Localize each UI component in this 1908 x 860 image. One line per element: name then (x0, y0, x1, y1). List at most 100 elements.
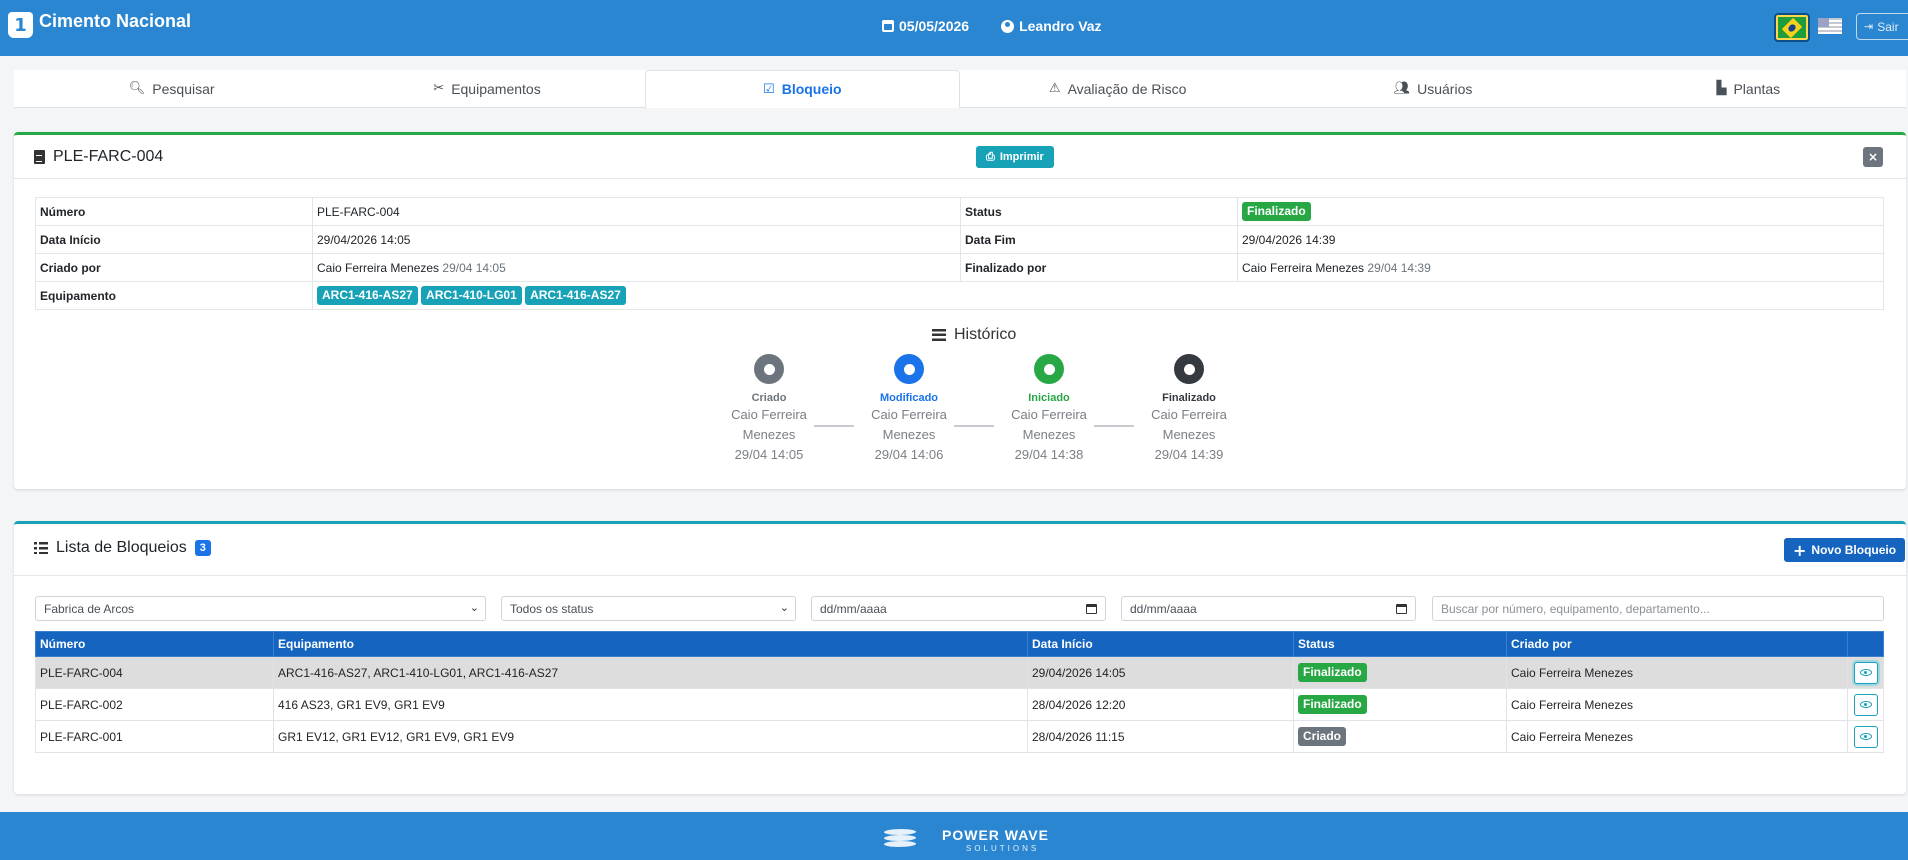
top-navbar: 1 Cimento Nacional 05/05/2026 Leandro Va… (0, 0, 1908, 56)
print-button[interactable]: ⎙ Imprimir (976, 146, 1054, 168)
history-step-user-1: Caio Ferreira (1151, 407, 1227, 422)
tab-label: Equipamentos (451, 80, 541, 97)
info-value-criado-por: Caio Ferreira Menezes 29/04 14:05 (312, 253, 961, 282)
cell-data-inicio: 28/04/2026 11:15 (1027, 720, 1294, 753)
tools-icon: ✂ (433, 81, 445, 96)
column-header[interactable]: Número (35, 631, 274, 657)
table-header-row: Número Equipamento Data Início Status Cr… (35, 631, 1884, 657)
table-row[interactable]: PLE-FARC-004 ARC1-416-AS27, ARC1-410-LG0… (35, 656, 1884, 689)
list-header: Lista de Bloqueios 3 + Novo Bloqueio (14, 524, 1906, 576)
info-value-equipamentos: ARC1-416-AS27 ARC1-410-LG01 ARC1-416-AS2… (312, 281, 1884, 310)
print-label: Imprimir (999, 151, 1044, 163)
tab-usuarios[interactable]: 👥︎ Usuários (1275, 70, 1590, 107)
info-row: Equipamento ARC1-416-AS27 ARC1-410-LG01 … (35, 281, 1884, 310)
info-label: Número (35, 197, 313, 226)
tab-label: Pesquisar (152, 80, 215, 97)
power-wave-logo (882, 827, 918, 847)
cell-criado-por: Caio Ferreira Menezes (1506, 656, 1848, 689)
plus-circle-icon (754, 354, 784, 384)
date-to-value: dd/mm/aaaa (1130, 601, 1197, 616)
status-select[interactable]: Todos os status ⌄ (501, 596, 796, 621)
tab-equipamentos[interactable]: ✂ Equipamentos (329, 70, 644, 107)
calendar-icon[interactable] (1086, 604, 1097, 614)
current-date-text: 05/05/2026 (899, 18, 970, 34)
cell-numero: PLE-FARC-002 (35, 688, 274, 721)
detail-header: PLE-FARC-004 ⎙ Imprimir × (14, 135, 1906, 179)
column-header[interactable]: Data Início (1027, 631, 1294, 657)
chevron-down-icon: ⌄ (469, 601, 479, 614)
count-badge: 3 (194, 540, 211, 556)
new-bloqueio-button[interactable]: + Novo Bloqueio (1784, 538, 1906, 562)
history-step-finalizado: Finalizado Caio Ferreira Menezes 29/04 1… (1134, 354, 1244, 464)
cell-numero: PLE-FARC-001 (35, 720, 274, 753)
info-row: Data Início 29/04/2026 14:05 Data Fim 29… (35, 225, 1884, 254)
timeline-connector (814, 425, 854, 427)
brand[interactable]: 1 Cimento Nacional (8, 10, 192, 38)
eye-icon (1859, 733, 1872, 740)
brand-logo: 1 (8, 12, 33, 38)
footer-sub: SOLUTIONS (966, 844, 1040, 853)
cell-criado-por: Caio Ferreira Menezes (1506, 720, 1848, 753)
detail-title: PLE-FARC-004 (34, 148, 163, 166)
main-tabs: 🔍︎ Pesquisar ✂ Equipamentos ☑ Bloqueio ⚠… (14, 70, 1906, 108)
info-value-data-inicio: 29/04/2026 14:05 (312, 225, 961, 254)
cell-data-inicio: 28/04/2026 12:20 (1027, 688, 1294, 721)
bloqueios-table: Número Equipamento Data Início Status Cr… (35, 631, 1884, 753)
table-row[interactable]: PLE-FARC-001 GR1 EV12, GR1 EV12, GR1 EV9… (35, 720, 1884, 753)
app-title: Cimento Nacional (39, 10, 192, 31)
cell-status: Finalizado (1293, 656, 1507, 689)
view-button[interactable] (1853, 725, 1878, 748)
history-step-user-1: Caio Ferreira (1011, 407, 1087, 422)
date-from-input[interactable]: dd/mm/aaaa (811, 596, 1106, 621)
info-row: Número PLE-FARC-004 Status Finalizado (35, 197, 1884, 226)
brazil-flag-icon[interactable] (1774, 13, 1810, 42)
nav-info: 05/05/2026 Leandro Vaz (882, 18, 1102, 34)
status-badge: Criado (1298, 727, 1347, 746)
calendar-icon[interactable] (1396, 604, 1407, 614)
plant-select-value: Fabrica de Arcos (44, 601, 135, 616)
info-label: Finalizado por (960, 253, 1238, 282)
bars-icon (932, 329, 946, 341)
footer: POWER WAVE SOLUTIONS (0, 812, 1908, 860)
history-step-time: 29/04 14:38 (1014, 447, 1084, 462)
flag-checkered-icon (1174, 354, 1204, 384)
list-title: Lista de Bloqueios 3 (34, 539, 211, 557)
column-header[interactable]: Equipamento (273, 631, 1028, 657)
view-button[interactable] (1853, 661, 1878, 684)
date-to-input[interactable]: dd/mm/aaaa (1121, 596, 1416, 621)
history-step-time: 29/04 14:05 (734, 447, 804, 462)
tab-pesquisar[interactable]: 🔍︎ Pesquisar (14, 70, 329, 107)
table-row[interactable]: PLE-FARC-002 416 AS23, GR1 EV9, GR1 EV9 … (35, 688, 1884, 721)
logout-button[interactable]: ⇥ Sair (1856, 13, 1908, 40)
view-button[interactable] (1853, 693, 1878, 716)
current-user[interactable]: Leandro Vaz (1001, 18, 1102, 34)
clipboard-check-icon: ☑ (763, 81, 775, 97)
equipment-badge: ARC1-410-LG01 (421, 286, 522, 305)
history-step-time: 29/04 14:39 (1154, 447, 1224, 462)
plant-select[interactable]: Fabrica de Arcos ⌄ (35, 596, 486, 621)
status-badge: Finalizado (1298, 695, 1367, 714)
search-input[interactable]: Buscar por número, equipamento, departam… (1432, 596, 1884, 621)
history-step-criado: Criado Caio Ferreira Menezes 29/04 14:05 (714, 354, 824, 464)
info-label: Data Fim (960, 225, 1238, 254)
history-step-label: Finalizado (1162, 392, 1216, 404)
eye-icon (1859, 669, 1872, 676)
cell-equipamento: 416 AS23, GR1 EV9, GR1 EV9 (273, 688, 1028, 721)
cell-equipamento: ARC1-416-AS27, ARC1-410-LG01, ARC1-416-A… (273, 656, 1028, 689)
usa-flag-icon[interactable] (1818, 18, 1842, 34)
info-value-finalizado-por: Caio Ferreira Menezes 29/04 14:39 (1237, 253, 1884, 282)
history-timeline: Criado Caio Ferreira Menezes 29/04 14:05… (714, 354, 1229, 474)
status-badge: Finalizado (1298, 663, 1367, 682)
users-icon: 👥︎ (1393, 81, 1411, 96)
column-header-actions (1847, 631, 1884, 657)
close-button[interactable]: × (1863, 147, 1883, 167)
user-circle-icon (1001, 19, 1015, 33)
tab-bloqueio[interactable]: ☑ Bloqueio (644, 70, 960, 108)
tab-avaliacao-risco[interactable]: ⚠ Avaliação de Risco (960, 70, 1275, 107)
column-header[interactable]: Criado por (1506, 631, 1848, 657)
logout-label: Sair (1877, 19, 1899, 34)
finalizado-por-name: Caio Ferreira Menezes (1242, 260, 1365, 275)
column-header[interactable]: Status (1293, 631, 1507, 657)
tab-plantas[interactable]: ▙ Plantas (1591, 70, 1906, 107)
industry-icon: ▙ (1716, 81, 1727, 96)
